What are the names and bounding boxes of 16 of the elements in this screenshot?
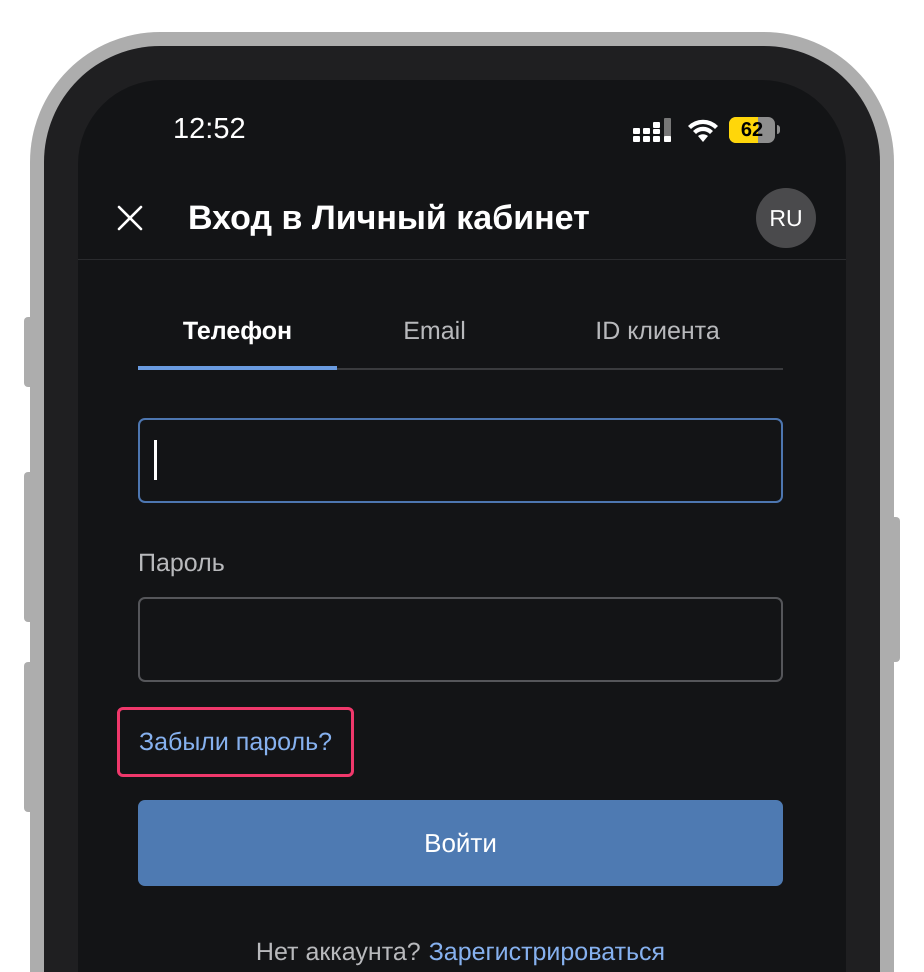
input-field[interactable] bbox=[138, 418, 783, 503]
tab[interactable]: ID клиента bbox=[532, 298, 783, 370]
status-time: 12:52 bbox=[173, 112, 246, 148]
wifi-icon bbox=[687, 118, 719, 142]
register-link[interactable]: Зарегистрироваться bbox=[428, 934, 666, 972]
tab[interactable]: Email bbox=[337, 298, 532, 370]
tab[interactable]: Телефон bbox=[138, 298, 337, 370]
field-label: Пароль bbox=[138, 548, 226, 579]
login-button[interactable]: Войти bbox=[138, 800, 783, 886]
page-title: Вход в Личный кабинет bbox=[188, 198, 590, 239]
language-button[interactable]: RU bbox=[756, 188, 816, 248]
signal-icon bbox=[633, 118, 673, 142]
forgot-password-link[interactable]: Забыли пароль? bbox=[117, 707, 354, 778]
input-field[interactable] bbox=[138, 597, 783, 682]
close-icon[interactable] bbox=[116, 204, 144, 232]
footer-text: Нет аккаунта? bbox=[256, 937, 421, 968]
